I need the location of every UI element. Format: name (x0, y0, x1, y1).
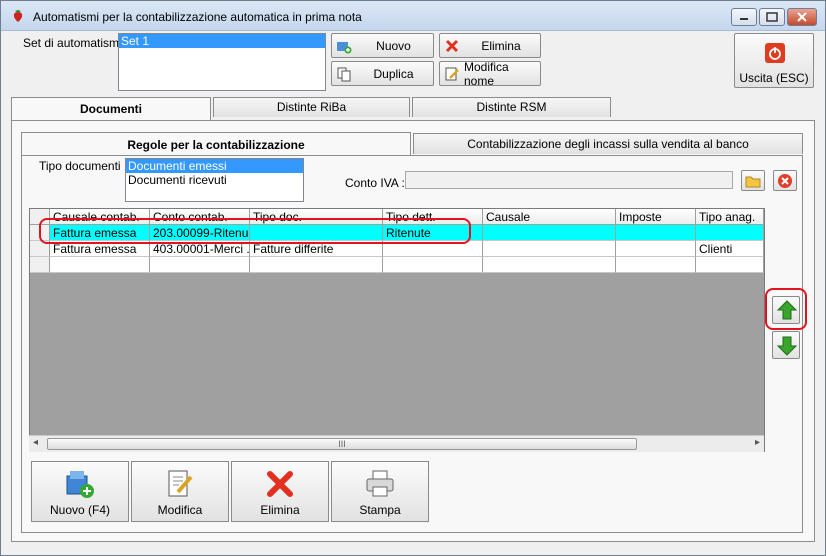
delete-icon (267, 471, 293, 497)
nuovo-f4-label: Nuovo (F4) (49, 503, 111, 517)
table-cell[interactable]: Clienti (696, 241, 764, 257)
set-label: Set di automatismi : (23, 36, 129, 50)
new-record-icon (66, 471, 94, 498)
list-item[interactable]: Set 1 (119, 34, 325, 48)
elimina-button[interactable]: Elimina (439, 33, 541, 58)
delete-icon (445, 39, 459, 53)
minimize-button[interactable] (731, 8, 757, 26)
conto-iva-label: Conto IVA : (345, 176, 405, 190)
modifica-label: Modifica (157, 503, 203, 517)
highlight-up-annotation (765, 288, 807, 330)
column-header[interactable]: Imposte (616, 209, 696, 225)
maximize-button[interactable] (759, 8, 785, 26)
table-cell[interactable] (616, 241, 696, 257)
uscita-button[interactable]: Uscita (ESC) (734, 33, 814, 88)
cancel-icon (778, 174, 792, 188)
modifica-button[interactable]: Modifica (131, 461, 229, 522)
list-item[interactable]: Documenti ricevuti (126, 173, 303, 187)
tab-distinte-riba[interactable]: Distinte RiBa (213, 97, 410, 117)
table-cell[interactable] (616, 225, 696, 241)
maximize-icon (766, 12, 778, 22)
power-icon (765, 43, 785, 63)
nuovo-f4-button[interactable]: Nuovo (F4) (31, 461, 129, 522)
elimina-bottom-label: Elimina (260, 503, 300, 517)
table-cell[interactable] (696, 225, 764, 241)
clear-conto-button[interactable] (773, 170, 797, 191)
close-button[interactable] (787, 8, 817, 26)
window-title: Automatismi per la contabilizzazione aut… (33, 10, 362, 24)
tab-regole[interactable]: Regole per la contabilizzazione (21, 132, 411, 156)
table-cell[interactable] (483, 225, 616, 241)
table-cell[interactable] (150, 257, 250, 273)
strawberry-icon (13, 10, 23, 22)
browse-conto-button[interactable] (741, 170, 765, 191)
column-header[interactable]: Tipo anag. (696, 209, 764, 225)
tab-contabilizzazione-incassi[interactable]: Contabilizzazione degli incassi sulla ve… (413, 133, 803, 154)
tab-documenti[interactable]: Documenti (11, 97, 211, 121)
horizontal-scrollbar[interactable]: ◂ III ▸ (29, 435, 764, 452)
table-cell[interactable] (483, 241, 616, 257)
table-cell[interactable] (50, 257, 150, 273)
edit-icon (445, 67, 459, 81)
printer-icon (366, 470, 394, 497)
title-bar: Automatismi per la contabilizzazione aut… (1, 1, 825, 31)
nuovo-label: Nuovo (376, 38, 411, 53)
tipo-documenti-list[interactable]: Documenti emessi Documenti ricevuti (125, 158, 304, 202)
tab-distinte-rsm[interactable]: Distinte RSM (412, 97, 611, 117)
move-down-button[interactable] (772, 331, 800, 359)
modifica-nome-button[interactable]: Modifica nome (439, 59, 541, 88)
table-row[interactable] (30, 257, 764, 273)
table-cell[interactable] (696, 257, 764, 273)
scroll-left-icon[interactable]: ◂ (33, 437, 38, 448)
duplica-button[interactable]: Duplica (331, 61, 434, 86)
table-cell[interactable] (383, 257, 483, 273)
minimize-icon (740, 18, 748, 20)
rules-grid[interactable]: Causale contab. Conto contab. Tipo doc. … (29, 208, 765, 452)
edit-document-icon (168, 470, 193, 497)
table-cell[interactable] (250, 257, 383, 273)
tipo-documenti-label: Tipo documenti : (39, 159, 128, 173)
highlight-row-annotation (39, 218, 471, 244)
scroll-thumb[interactable]: III (47, 438, 637, 450)
elimina-bottom-button[interactable]: Elimina (231, 461, 329, 522)
row-indicator (30, 257, 50, 273)
stampa-button[interactable]: Stampa (331, 461, 429, 522)
set-list[interactable]: Set 1 (118, 33, 326, 91)
elimina-label: Elimina (481, 38, 521, 53)
conto-iva-field[interactable] (405, 171, 733, 189)
main-window: Automatismi per la contabilizzazione aut… (0, 0, 826, 556)
column-header[interactable]: Causale (483, 209, 616, 225)
stampa-label: Stampa (359, 503, 401, 517)
uscita-label: Uscita (ESC) (739, 71, 809, 85)
close-icon (797, 12, 807, 22)
duplica-label: Duplica (373, 66, 414, 81)
table-cell[interactable] (483, 257, 616, 273)
nuovo-button[interactable]: Nuovo (331, 33, 434, 58)
scroll-right-icon[interactable]: ▸ (755, 437, 760, 448)
duplicate-icon (337, 67, 351, 82)
modifica-nome-label: Modifica nome (464, 59, 509, 88)
folder-icon (745, 176, 761, 188)
new-icon (337, 42, 352, 54)
arrow-down-icon (776, 336, 798, 356)
list-item[interactable]: Documenti emessi (126, 159, 303, 173)
table-cell[interactable] (616, 257, 696, 273)
